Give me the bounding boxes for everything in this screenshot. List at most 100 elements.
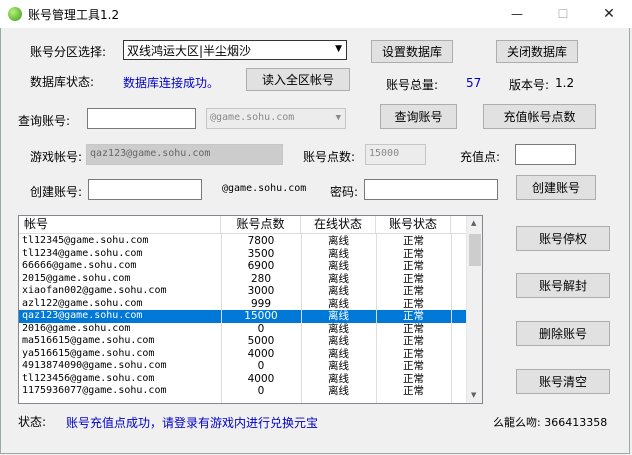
app-icon xyxy=(8,7,22,21)
account-points-label: 账号点数: xyxy=(303,150,356,164)
game-account-field: qaz123@game.sohu.com xyxy=(86,144,283,165)
recharge-points-input[interactable] xyxy=(515,144,576,165)
server-select[interactable]: 双线鸿运大区|半尘烟沙 ▼ xyxy=(123,40,347,60)
table-cell: azl122@game.sohu.com xyxy=(22,297,143,309)
table-cell: 正常 xyxy=(403,360,424,372)
table-cell: 6900 xyxy=(247,260,275,272)
table-cell: 离线 xyxy=(328,372,349,385)
table-cell: 3500 xyxy=(247,247,275,260)
table-cell: 正常 xyxy=(403,235,424,247)
table-cell: tl1234@game.sohu.com xyxy=(22,247,143,259)
table-row[interactable]: 4913874090@game.sohu.com 0 离线 正常 xyxy=(19,360,466,373)
chevron-down-icon: ▼ xyxy=(335,44,342,54)
table-row[interactable]: 1175936077@game.sohu.com 0 离线 正常 xyxy=(19,385,466,398)
column-divider xyxy=(221,233,222,403)
table-cell: 5000 xyxy=(247,335,275,347)
password-label: 密码: xyxy=(330,185,359,199)
table-cell: ma516615@game.sohu.com xyxy=(22,335,155,346)
set-database-button[interactable]: 设置数据库 xyxy=(371,40,453,63)
column-header-online[interactable]: 在线状态 xyxy=(301,216,376,233)
table-cell: ya516615@game.sohu.com xyxy=(22,347,155,359)
table-cell: tl123456@game.sohu.com xyxy=(22,372,155,384)
query-domain-select[interactable]: @game.sohu.com ▼ xyxy=(206,108,346,129)
table-row[interactable]: 2016@game.sohu.com 0 离线 正常 xyxy=(19,323,466,336)
contact-info: 么龍么吻: 366413358 xyxy=(493,416,608,429)
table-cell: 正常 xyxy=(403,272,424,285)
table-cell: xiaofan002@game.sohu.com xyxy=(22,285,167,296)
server-select-value: 双线鸿运大区|半尘烟沙 xyxy=(127,44,252,58)
table-cell: 离线 xyxy=(328,322,349,335)
table-cell: 2016@game.sohu.com xyxy=(22,322,131,334)
table-cell: 999 xyxy=(250,297,272,310)
table-cell: 4000 xyxy=(247,372,275,385)
table-row[interactable]: tl1234@game.sohu.com 3500 离线 正常 xyxy=(19,248,466,261)
table-cell: 正常 xyxy=(403,335,424,347)
table-cell: 0 xyxy=(257,360,265,372)
create-domain-label: @game.sohu.com xyxy=(222,183,307,194)
column-header-status[interactable]: 账号状态 xyxy=(376,216,451,233)
account-total-value: 57 xyxy=(466,76,482,90)
table-cell: 离线 xyxy=(328,247,349,260)
delete-account-button[interactable]: 删除账号 xyxy=(516,321,610,346)
status-label: 状态: xyxy=(18,415,47,429)
table-row[interactable]: 2015@game.sohu.com 280 离线 正常 xyxy=(19,273,466,286)
close-button[interactable]: ✕ xyxy=(586,0,632,28)
table-cell: 280 xyxy=(250,272,272,285)
table-row[interactable]: 66666@game.sohu.com 6900 离线 正常 xyxy=(19,260,466,273)
table-row[interactable]: ya516615@game.sohu.com 4000 离线 正常 xyxy=(19,348,466,361)
create-account-button[interactable]: 创建账号 xyxy=(516,175,596,200)
table-row[interactable]: xiaofan002@game.sohu.com 3000 离线 正常 xyxy=(19,285,466,298)
column-header-points[interactable]: 账号点数 xyxy=(221,216,301,233)
minimize-button[interactable]: — xyxy=(494,0,540,28)
table-cell: 4000 xyxy=(247,347,275,360)
db-status-value: 数据库连接成功。 xyxy=(123,76,220,90)
table-cell: 正常 xyxy=(403,347,424,360)
table-header: 帐号 账号点数 在线状态 账号状态 xyxy=(19,216,466,234)
column-divider xyxy=(451,233,452,403)
create-account-label: 创建账号: xyxy=(30,185,83,199)
table-cell: 离线 xyxy=(328,297,349,310)
version-value: 1.2 xyxy=(555,76,575,90)
recharge-points-label: 充值点: xyxy=(460,150,501,164)
table-cell: 离线 xyxy=(328,347,349,360)
scroll-up-icon[interactable]: ▲ xyxy=(471,219,476,227)
maximize-button[interactable]: ☐ xyxy=(540,0,586,28)
query-account-button[interactable]: 查询账号 xyxy=(380,104,457,129)
query-account-input[interactable] xyxy=(87,108,196,129)
table-cell: 0 xyxy=(257,322,265,335)
table-row[interactable]: tl12345@game.sohu.com 7800 离线 正常 xyxy=(19,235,466,248)
chevron-down-icon: ▼ xyxy=(335,113,341,123)
recharge-points-button[interactable]: 充值帐号点数 xyxy=(483,104,596,129)
title-bar: 账号管理工具1.2 — ☐ ✕ xyxy=(0,0,632,28)
table-scrollbar[interactable]: ▲ ▼ xyxy=(466,216,482,403)
account-table[interactable]: 帐号 账号点数 在线状态 账号状态 tl12345@game.sohu.com 7… xyxy=(18,215,483,404)
table-cell: 3000 xyxy=(247,285,275,297)
table-cell: 正常 xyxy=(403,260,424,272)
suspend-account-button[interactable]: 账号停权 xyxy=(516,226,610,251)
status-message: 账号充值点成功，请登录有游戏内进行兑换元宝 xyxy=(66,416,319,430)
account-points-field: 15000 xyxy=(365,144,426,165)
table-row[interactable]: qaz123@game.sohu.com 15000 离线 正常 xyxy=(19,310,466,323)
table-cell: 离线 xyxy=(328,335,349,347)
scroll-down-icon[interactable]: ▼ xyxy=(471,391,476,399)
game-account-label: 游戏帐号: xyxy=(30,150,83,164)
query-domain-value: @game.sohu.com xyxy=(210,112,295,123)
window-title: 账号管理工具1.2 xyxy=(28,8,120,22)
table-cell: 正常 xyxy=(403,385,424,397)
clear-accounts-button[interactable]: 账号清空 xyxy=(516,369,610,394)
table-cell: 15000 xyxy=(244,310,278,322)
scrollbar-thumb[interactable] xyxy=(469,234,481,266)
table-cell: 正常 xyxy=(403,247,424,260)
table-cell: 离线 xyxy=(328,385,349,397)
column-header-account[interactable]: 帐号 xyxy=(19,216,221,233)
table-cell: 离线 xyxy=(328,310,349,322)
table-row[interactable]: ma516615@game.sohu.com 5000 离线 正常 xyxy=(19,335,466,348)
table-row[interactable]: azl122@game.sohu.com 999 离线 正常 xyxy=(19,298,466,311)
unban-account-button[interactable]: 账号解封 xyxy=(516,273,610,298)
table-cell: 离线 xyxy=(328,235,349,247)
load-all-accounts-button[interactable]: 读入全区帐号 xyxy=(246,68,350,91)
close-database-button[interactable]: 关闭数据库 xyxy=(496,40,578,63)
table-row[interactable]: tl123456@game.sohu.com 4000 离线 正常 xyxy=(19,373,466,386)
create-account-input[interactable] xyxy=(88,179,202,200)
password-input[interactable] xyxy=(364,179,498,200)
